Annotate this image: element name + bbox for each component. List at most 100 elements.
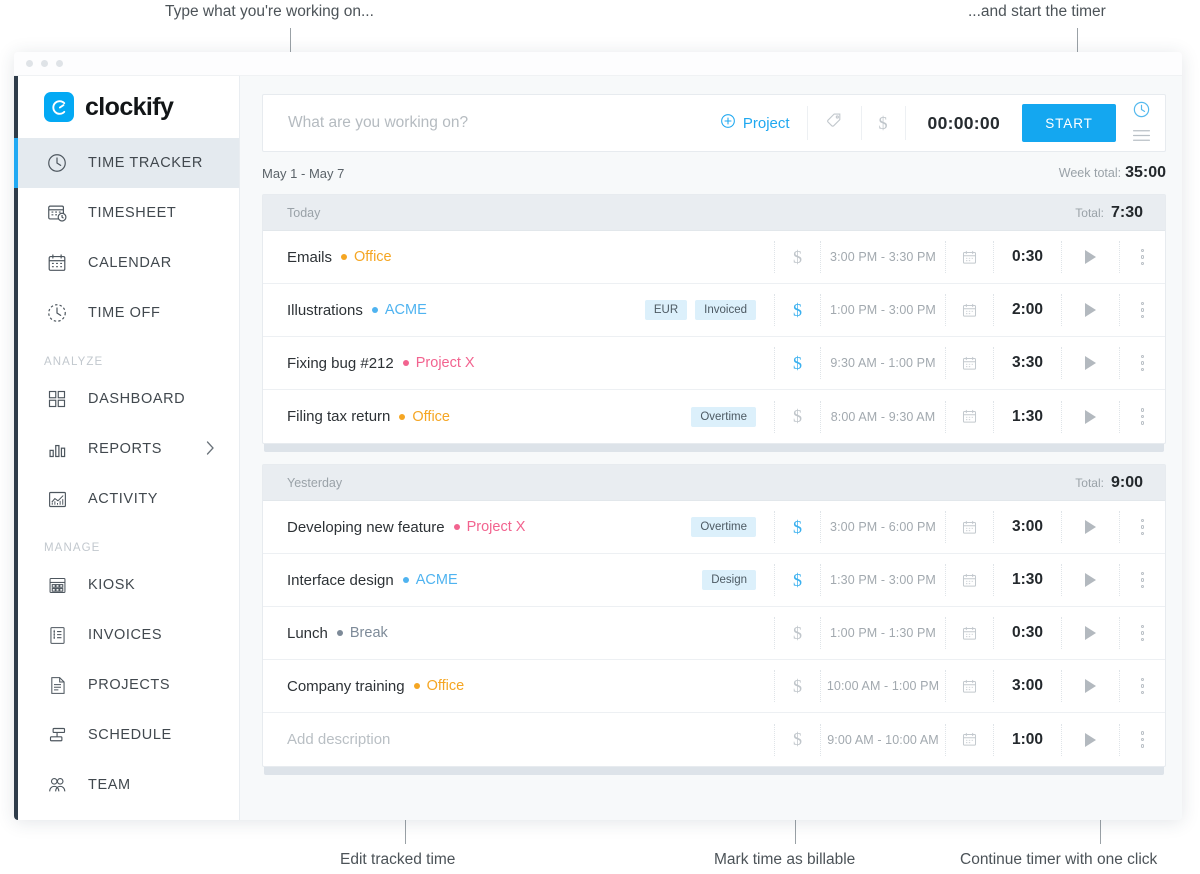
entry-description[interactable]: Filing tax return: [263, 408, 390, 425]
entry-duration[interactable]: 0:30: [993, 617, 1061, 649]
time-range[interactable]: 9:30 AM - 1:00 PM: [820, 347, 945, 379]
sidebar-item-activity[interactable]: ACTIVITY: [18, 474, 239, 524]
billable-cell[interactable]: $: [774, 401, 820, 433]
entry-menu-button[interactable]: [1119, 241, 1165, 273]
date-picker-cell[interactable]: [945, 401, 993, 433]
sidebar-item-time-tracker[interactable]: TIME TRACKER: [18, 138, 239, 188]
sidebar-item-timesheet[interactable]: TIMESHEET: [18, 188, 239, 238]
sidebar-item-kiosk[interactable]: KIOSK: [18, 560, 239, 610]
time-range[interactable]: 1:00 PM - 1:30 PM: [820, 617, 945, 649]
entry-description[interactable]: Company training: [263, 678, 405, 695]
entry-duration[interactable]: 1:00: [993, 724, 1061, 756]
table-row[interactable]: Developing new feature Project X Overtim…: [263, 501, 1165, 554]
table-row[interactable]: Illustrations ACME EUR Invoiced $ 1:00 P…: [263, 284, 1165, 337]
time-range[interactable]: 9:00 AM - 10:00 AM: [820, 724, 945, 756]
entry-tags[interactable]: Overtime: [691, 407, 756, 427]
entry-duration[interactable]: 1:30: [993, 564, 1061, 596]
entry-description[interactable]: Emails: [263, 249, 332, 266]
date-picker-cell[interactable]: [945, 347, 993, 379]
tag-chip[interactable]: Overtime: [691, 517, 756, 537]
entry-project[interactable]: Project X: [454, 519, 526, 535]
entry-description[interactable]: Interface design: [263, 572, 394, 589]
window-maximize-dot[interactable]: [56, 60, 63, 67]
entry-description[interactable]: Fixing bug #212: [263, 355, 394, 372]
table-row[interactable]: Filing tax return Office Overtime $ 8:00…: [263, 390, 1165, 443]
billable-cell[interactable]: $: [774, 294, 820, 326]
continue-timer-button[interactable]: [1061, 511, 1119, 543]
entry-menu-button[interactable]: [1119, 724, 1165, 756]
time-range[interactable]: 1:00 PM - 3:00 PM: [820, 294, 945, 326]
start-button[interactable]: START: [1022, 104, 1116, 142]
time-range[interactable]: 8:00 AM - 9:30 AM: [820, 401, 945, 433]
tag-chip[interactable]: EUR: [645, 300, 687, 320]
window-close-dot[interactable]: [26, 60, 33, 67]
continue-timer-button[interactable]: [1061, 241, 1119, 273]
table-row[interactable]: Company training Office $ 10:00 AM - 1:0…: [263, 660, 1165, 713]
continue-timer-button[interactable]: [1061, 724, 1119, 756]
sidebar-item-time-off[interactable]: TIME OFF: [18, 288, 239, 338]
sidebar-item-team[interactable]: TEAM: [18, 760, 239, 810]
entry-description[interactable]: Lunch: [263, 625, 328, 642]
billable-cell[interactable]: $: [774, 241, 820, 273]
billable-toggle[interactable]: $: [862, 106, 905, 140]
continue-timer-button[interactable]: [1061, 564, 1119, 596]
billable-cell[interactable]: $: [774, 511, 820, 543]
entry-tags[interactable]: EUR Invoiced: [645, 300, 756, 320]
billable-cell[interactable]: $: [774, 564, 820, 596]
entry-duration[interactable]: 1:30: [993, 401, 1061, 433]
clock-icon[interactable]: [1132, 100, 1151, 124]
entry-duration[interactable]: 2:00: [993, 294, 1061, 326]
time-range[interactable]: 1:30 PM - 3:00 PM: [820, 564, 945, 596]
tag-chip[interactable]: Overtime: [691, 407, 756, 427]
table-row[interactable]: Emails Office $ 3:00 PM - 3:30 PM 0:30: [263, 231, 1165, 284]
entry-project[interactable]: Office: [414, 678, 465, 694]
entry-description[interactable]: Add description: [263, 731, 390, 748]
timer-description-input[interactable]: [263, 114, 703, 132]
tag-chip[interactable]: Design: [702, 570, 756, 590]
entry-tags[interactable]: Overtime: [691, 517, 756, 537]
entry-project[interactable]: Project X: [403, 355, 475, 371]
continue-timer-button[interactable]: [1061, 347, 1119, 379]
table-row[interactable]: Add description $ 9:00 AM - 10:00 AM 1:0…: [263, 713, 1165, 766]
list-icon[interactable]: [1132, 129, 1151, 147]
continue-timer-button[interactable]: [1061, 617, 1119, 649]
table-row[interactable]: Lunch Break $ 1:00 PM - 1:30 PM 0:30: [263, 607, 1165, 660]
tag-chip[interactable]: Invoiced: [695, 300, 756, 320]
date-picker-cell[interactable]: [945, 294, 993, 326]
date-picker-cell[interactable]: [945, 617, 993, 649]
entry-project[interactable]: ACME: [403, 572, 458, 588]
entry-menu-button[interactable]: [1119, 401, 1165, 433]
entry-menu-button[interactable]: [1119, 294, 1165, 326]
entry-duration[interactable]: 3:00: [993, 670, 1061, 702]
date-picker-cell[interactable]: [945, 241, 993, 273]
entry-duration[interactable]: 3:00: [993, 511, 1061, 543]
timer-duration[interactable]: 00:00:00: [906, 113, 1022, 134]
entry-menu-button[interactable]: [1119, 347, 1165, 379]
sidebar-item-reports[interactable]: REPORTS: [18, 424, 239, 474]
sidebar-item-projects[interactable]: PROJECTS: [18, 660, 239, 710]
brand[interactable]: clockify: [18, 76, 239, 138]
sidebar-item-calendar[interactable]: CALENDAR: [18, 238, 239, 288]
entry-duration[interactable]: 0:30: [993, 241, 1061, 273]
entry-description[interactable]: Developing new feature: [263, 519, 445, 536]
project-selector[interactable]: Project: [703, 106, 807, 140]
continue-timer-button[interactable]: [1061, 401, 1119, 433]
entry-project[interactable]: Office: [341, 249, 392, 265]
continue-timer-button[interactable]: [1061, 670, 1119, 702]
entry-project[interactable]: Break: [337, 625, 388, 641]
continue-timer-button[interactable]: [1061, 294, 1119, 326]
billable-cell[interactable]: $: [774, 724, 820, 756]
sidebar-item-invoices[interactable]: INVOICES: [18, 610, 239, 660]
entry-menu-button[interactable]: [1119, 564, 1165, 596]
entry-duration[interactable]: 3:30: [993, 347, 1061, 379]
tag-selector[interactable]: [808, 106, 861, 140]
billable-cell[interactable]: $: [774, 347, 820, 379]
entry-menu-button[interactable]: [1119, 670, 1165, 702]
sidebar-item-schedule[interactable]: SCHEDULE: [18, 710, 239, 760]
entry-description[interactable]: Illustrations: [263, 302, 363, 319]
date-picker-cell[interactable]: [945, 670, 993, 702]
date-picker-cell[interactable]: [945, 511, 993, 543]
sidebar-item-dashboard[interactable]: DASHBOARD: [18, 374, 239, 424]
date-picker-cell[interactable]: [945, 724, 993, 756]
billable-cell[interactable]: $: [774, 670, 820, 702]
